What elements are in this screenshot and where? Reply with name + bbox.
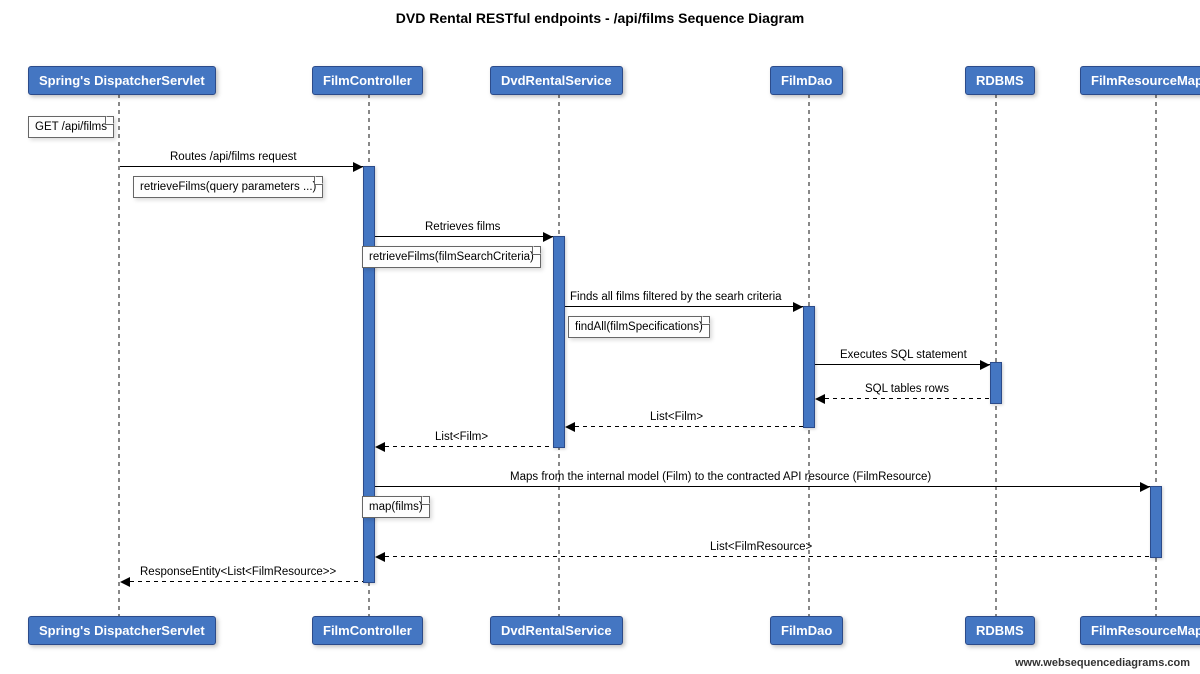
lifeline-rdbms: [995, 94, 997, 616]
arrow-m9: [385, 556, 1150, 557]
participant-rdbms-bot: RDBMS: [965, 616, 1035, 645]
note-find-all: findAll(filmSpecifications): [568, 316, 710, 338]
msg-retrieves-films: Retrieves films: [425, 221, 500, 233]
msg-find-all: Finds all films filtered by the searh cr…: [570, 291, 782, 303]
msg-maps-model: Maps from the internal model (Film) to t…: [510, 471, 931, 483]
arrow-m5: [825, 398, 990, 399]
msg-list-film-2: List<Film>: [435, 431, 488, 443]
arrow-m10: [130, 581, 363, 582]
diagram-title: DVD Rental RESTful endpoints - /api/film…: [10, 10, 1190, 26]
msg-sql-rows: SQL tables rows: [865, 383, 949, 395]
participant-controller-top: FilmController: [312, 66, 423, 95]
activation-mapper: [1150, 486, 1162, 558]
arrowhead-m9: [375, 552, 385, 562]
arrow-m4: [815, 364, 990, 365]
msg-list-film-1: List<Film>: [650, 411, 703, 423]
arrow-m1: [120, 166, 363, 167]
arrowhead-m1: [353, 162, 363, 172]
note-get-endpoint: GET /api/films: [28, 116, 114, 138]
arrow-m2: [375, 236, 553, 237]
msg-list-filmresource: List<FilmResource>: [710, 541, 812, 553]
participant-dao-top: FilmDao: [770, 66, 843, 95]
participant-rdbms-top: RDBMS: [965, 66, 1035, 95]
participant-service-bot: DvdRentalService: [490, 616, 623, 645]
participant-controller-bot: FilmController: [312, 616, 423, 645]
participant-mapper-bot: FilmResourceMapper: [1080, 616, 1200, 645]
arrow-m6: [575, 426, 803, 427]
note-retrieve-criteria: retrieveFilms(filmSearchCriteria): [362, 246, 541, 268]
arrowhead-m4: [980, 360, 990, 370]
participant-dispatcher-bot: Spring's DispatcherServlet: [28, 616, 216, 645]
arrow-m3: [565, 306, 803, 307]
arrowhead-m6: [565, 422, 575, 432]
activation-controller: [363, 166, 375, 583]
activation-rdbms: [990, 362, 1002, 404]
arrow-m7: [385, 446, 553, 447]
arrowhead-m3: [793, 302, 803, 312]
arrow-m8: [375, 486, 1150, 487]
activation-service: [553, 236, 565, 448]
arrowhead-m7: [375, 442, 385, 452]
activation-dao: [803, 306, 815, 428]
arrowhead-m10: [120, 577, 130, 587]
participant-dispatcher-top: Spring's DispatcherServlet: [28, 66, 216, 95]
participant-dao-bot: FilmDao: [770, 616, 843, 645]
note-retrieve-query: retrieveFilms(query parameters ...): [133, 176, 323, 198]
msg-route-request: Routes /api/films request: [170, 151, 297, 163]
arrowhead-m2: [543, 232, 553, 242]
sequence-diagram-canvas: Spring's DispatcherServlet FilmControlle…: [10, 36, 1190, 656]
msg-response-entity: ResponseEntity<List<FilmResource>>: [140, 566, 336, 578]
arrowhead-m8: [1140, 482, 1150, 492]
participant-mapper-top: FilmResourceMapper: [1080, 66, 1200, 95]
msg-exec-sql: Executes SQL statement: [840, 349, 967, 361]
participant-service-top: DvdRentalService: [490, 66, 623, 95]
attribution-text: www.websequencediagrams.com: [1015, 657, 1190, 669]
note-map-films: map(films): [362, 496, 430, 518]
arrowhead-m5: [815, 394, 825, 404]
lifeline-dispatcher: [118, 94, 120, 616]
